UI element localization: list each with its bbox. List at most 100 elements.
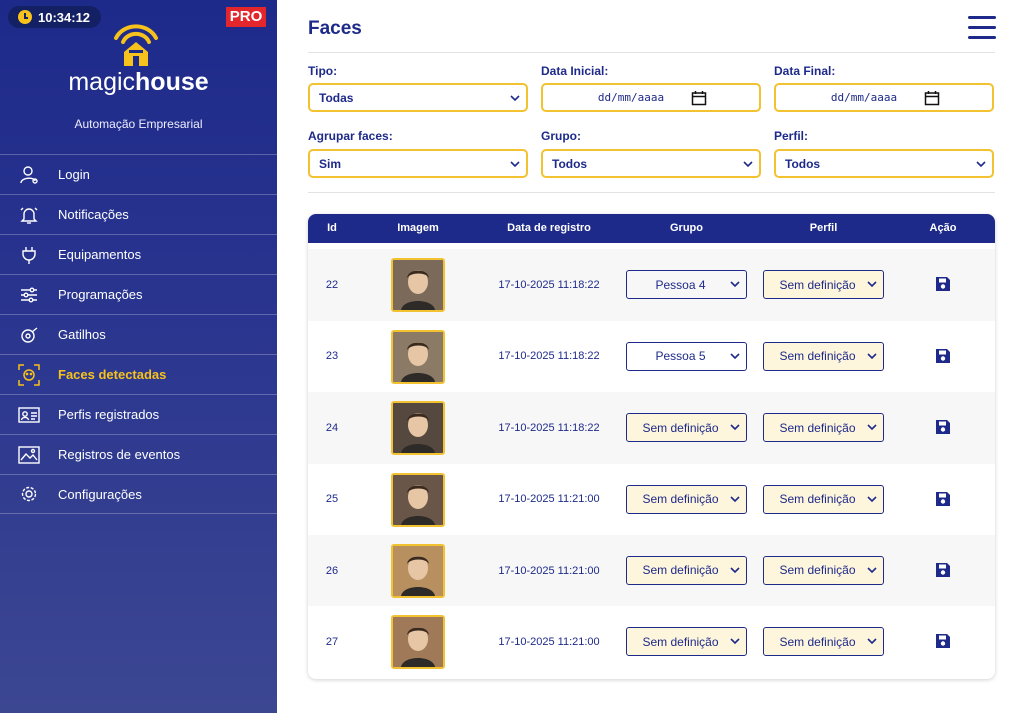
save-icon[interactable]: [935, 348, 951, 364]
tipo-select[interactable]: Todas: [308, 83, 528, 112]
sidebar-item-notificacoes[interactable]: Notificações: [0, 194, 277, 234]
grupo-row-value: Pessoa 4: [655, 277, 706, 292]
chevron-down-icon: [867, 567, 877, 574]
grupo-select[interactable]: Todos: [541, 149, 761, 178]
face-photo-icon: [393, 403, 443, 454]
table-row: 22 17-10-2025 11:18:22 Pessoa 4 Sem definiç…: [308, 249, 995, 321]
cell-id: 22: [325, 279, 339, 292]
bell-icon: [18, 204, 40, 226]
perfil-row-select[interactable]: Sem definição: [763, 627, 884, 657]
table-row: 23 17-10-2025 11:18:22 Pessoa 5 Sem definiç…: [308, 321, 995, 392]
perfil-row-select[interactable]: Sem definição: [763, 270, 884, 300]
face-thumbnail[interactable]: [391, 472, 445, 527]
clock-time: 10:34:12: [38, 9, 91, 25]
chevron-down-icon: [867, 281, 877, 288]
face-photo-icon: [393, 331, 443, 382]
grupo-label: Grupo:: [541, 129, 581, 143]
sliders-icon: [18, 284, 40, 306]
faces-table[interactable]: Id Imagem Data de registro Grupo Perfil …: [308, 214, 995, 679]
sidebar-item-label: Perfis registrados: [58, 407, 160, 422]
chevron-down-icon: [867, 353, 877, 359]
cell-date: 17-10-2025 11:21:00: [498, 636, 600, 649]
sidebar-item-configuracoes[interactable]: Configurações: [0, 474, 277, 514]
cell-date: 17-10-2025 11:21:00: [498, 564, 600, 577]
clock: 10:34:12: [8, 6, 101, 28]
grupo-value: Todos: [552, 156, 588, 171]
perfil-row-value: Sem definição: [779, 563, 856, 578]
sidebar-item-faces-detectadas[interactable]: Faces detectadas: [0, 354, 277, 394]
hamburger-menu-icon[interactable]: [968, 16, 996, 40]
main-content: Faces Tipo: Todas Data Inicial: dd/mm/aa…: [277, 0, 1024, 713]
agrupar-value: Sim: [319, 156, 342, 171]
cell-id: 27: [325, 636, 339, 649]
face-thumbnail[interactable]: [391, 615, 445, 670]
grupo-row-select[interactable]: Sem definição: [626, 484, 747, 514]
user-key-icon: [18, 164, 40, 186]
perfil-select[interactable]: Todos: [774, 149, 994, 178]
calendar-icon[interactable]: [691, 90, 707, 106]
brand-bold: house: [135, 68, 209, 96]
grupo-row-select[interactable]: Pessoa 5: [626, 341, 747, 371]
cell-id: 25: [325, 493, 339, 506]
chevron-down-icon: [510, 95, 520, 102]
sidebar: 10:34:12 PRO magichouse Automação Empres…: [0, 0, 277, 713]
face-thumbnail[interactable]: [391, 401, 445, 456]
divider: [308, 52, 995, 53]
cell-id: 24: [325, 421, 339, 434]
perfil-row-value: Sem definição: [779, 277, 856, 292]
cell-date: 17-10-2025 11:18:22: [498, 350, 600, 363]
perfil-row-select[interactable]: Sem definição: [763, 341, 884, 371]
data-inicial-label: Data Inicial:: [541, 64, 609, 78]
sidebar-item-label: Faces detectadas: [58, 367, 167, 382]
data-inicial-input[interactable]: dd/mm/aaaa: [541, 83, 761, 112]
data-final-input[interactable]: dd/mm/aaaa: [774, 83, 994, 112]
data-final-label: Data Final:: [774, 64, 836, 78]
face-thumbnail[interactable]: [391, 329, 445, 384]
face-photo-icon: [393, 474, 443, 525]
grupo-row-select[interactable]: Sem definição: [626, 555, 747, 585]
chevron-down-icon: [510, 161, 520, 168]
chevron-down-icon: [730, 281, 740, 288]
sidebar-item-label: Equipamentos: [58, 247, 142, 262]
tagline: Automação Empresarial: [74, 117, 203, 131]
face-photo-icon: [393, 260, 443, 311]
id-card-icon: [18, 404, 40, 426]
grupo-row-value: Sem definição: [642, 492, 719, 507]
sidebar-item-label: Registros de eventos: [58, 447, 181, 462]
table-row: 25 17-10-2025 11:21:00 Sem definição Sem de…: [308, 464, 995, 535]
chevron-down-icon: [730, 424, 740, 431]
grupo-row-select[interactable]: Sem definição: [626, 627, 747, 657]
grupo-row-select[interactable]: Pessoa 4: [626, 270, 747, 300]
face-thumbnail[interactable]: [391, 543, 445, 598]
calendar-icon[interactable]: [924, 90, 940, 106]
grupo-row-value: Sem definição: [642, 420, 719, 435]
perfil-row-select[interactable]: Sem definição: [763, 484, 884, 514]
save-icon[interactable]: [935, 491, 951, 507]
sidebar-item-login[interactable]: Login: [0, 154, 277, 194]
brand-name: magichouse: [0, 68, 277, 97]
perfil-label: Perfil:: [774, 129, 809, 143]
column-header-acao: Ação: [929, 222, 957, 234]
agrupar-select[interactable]: Sim: [308, 149, 528, 178]
save-icon[interactable]: [935, 633, 951, 649]
perfil-row-value: Sem definição: [779, 634, 856, 649]
save-icon[interactable]: [935, 419, 951, 435]
sidebar-item-registros-de-eventos[interactable]: Registros de eventos: [0, 434, 277, 474]
column-header-imagem: Imagem: [397, 222, 439, 234]
cell-date: 17-10-2025 11:21:00: [498, 493, 600, 506]
grupo-row-value: Sem definição: [642, 563, 719, 578]
sidebar-item-programacoes[interactable]: Programações: [0, 274, 277, 314]
sidebar-item-gatilhos[interactable]: Gatilhos: [0, 314, 277, 354]
face-thumbnail[interactable]: [391, 258, 445, 313]
grupo-row-select[interactable]: Sem definição: [626, 413, 747, 443]
save-icon[interactable]: [935, 562, 951, 578]
chevron-down-icon: [730, 567, 740, 574]
sidebar-item-perfis-registrados[interactable]: Perfis registrados: [0, 394, 277, 434]
column-header-id: Id: [327, 222, 337, 234]
sidebar-item-equipamentos[interactable]: Equipamentos: [0, 234, 277, 274]
perfil-row-select[interactable]: Sem definição: [763, 413, 884, 443]
perfil-row-select[interactable]: Sem definição: [763, 555, 884, 585]
cell-id: 23: [325, 350, 339, 363]
save-icon[interactable]: [935, 276, 951, 292]
face-scan-icon: [18, 363, 40, 386]
